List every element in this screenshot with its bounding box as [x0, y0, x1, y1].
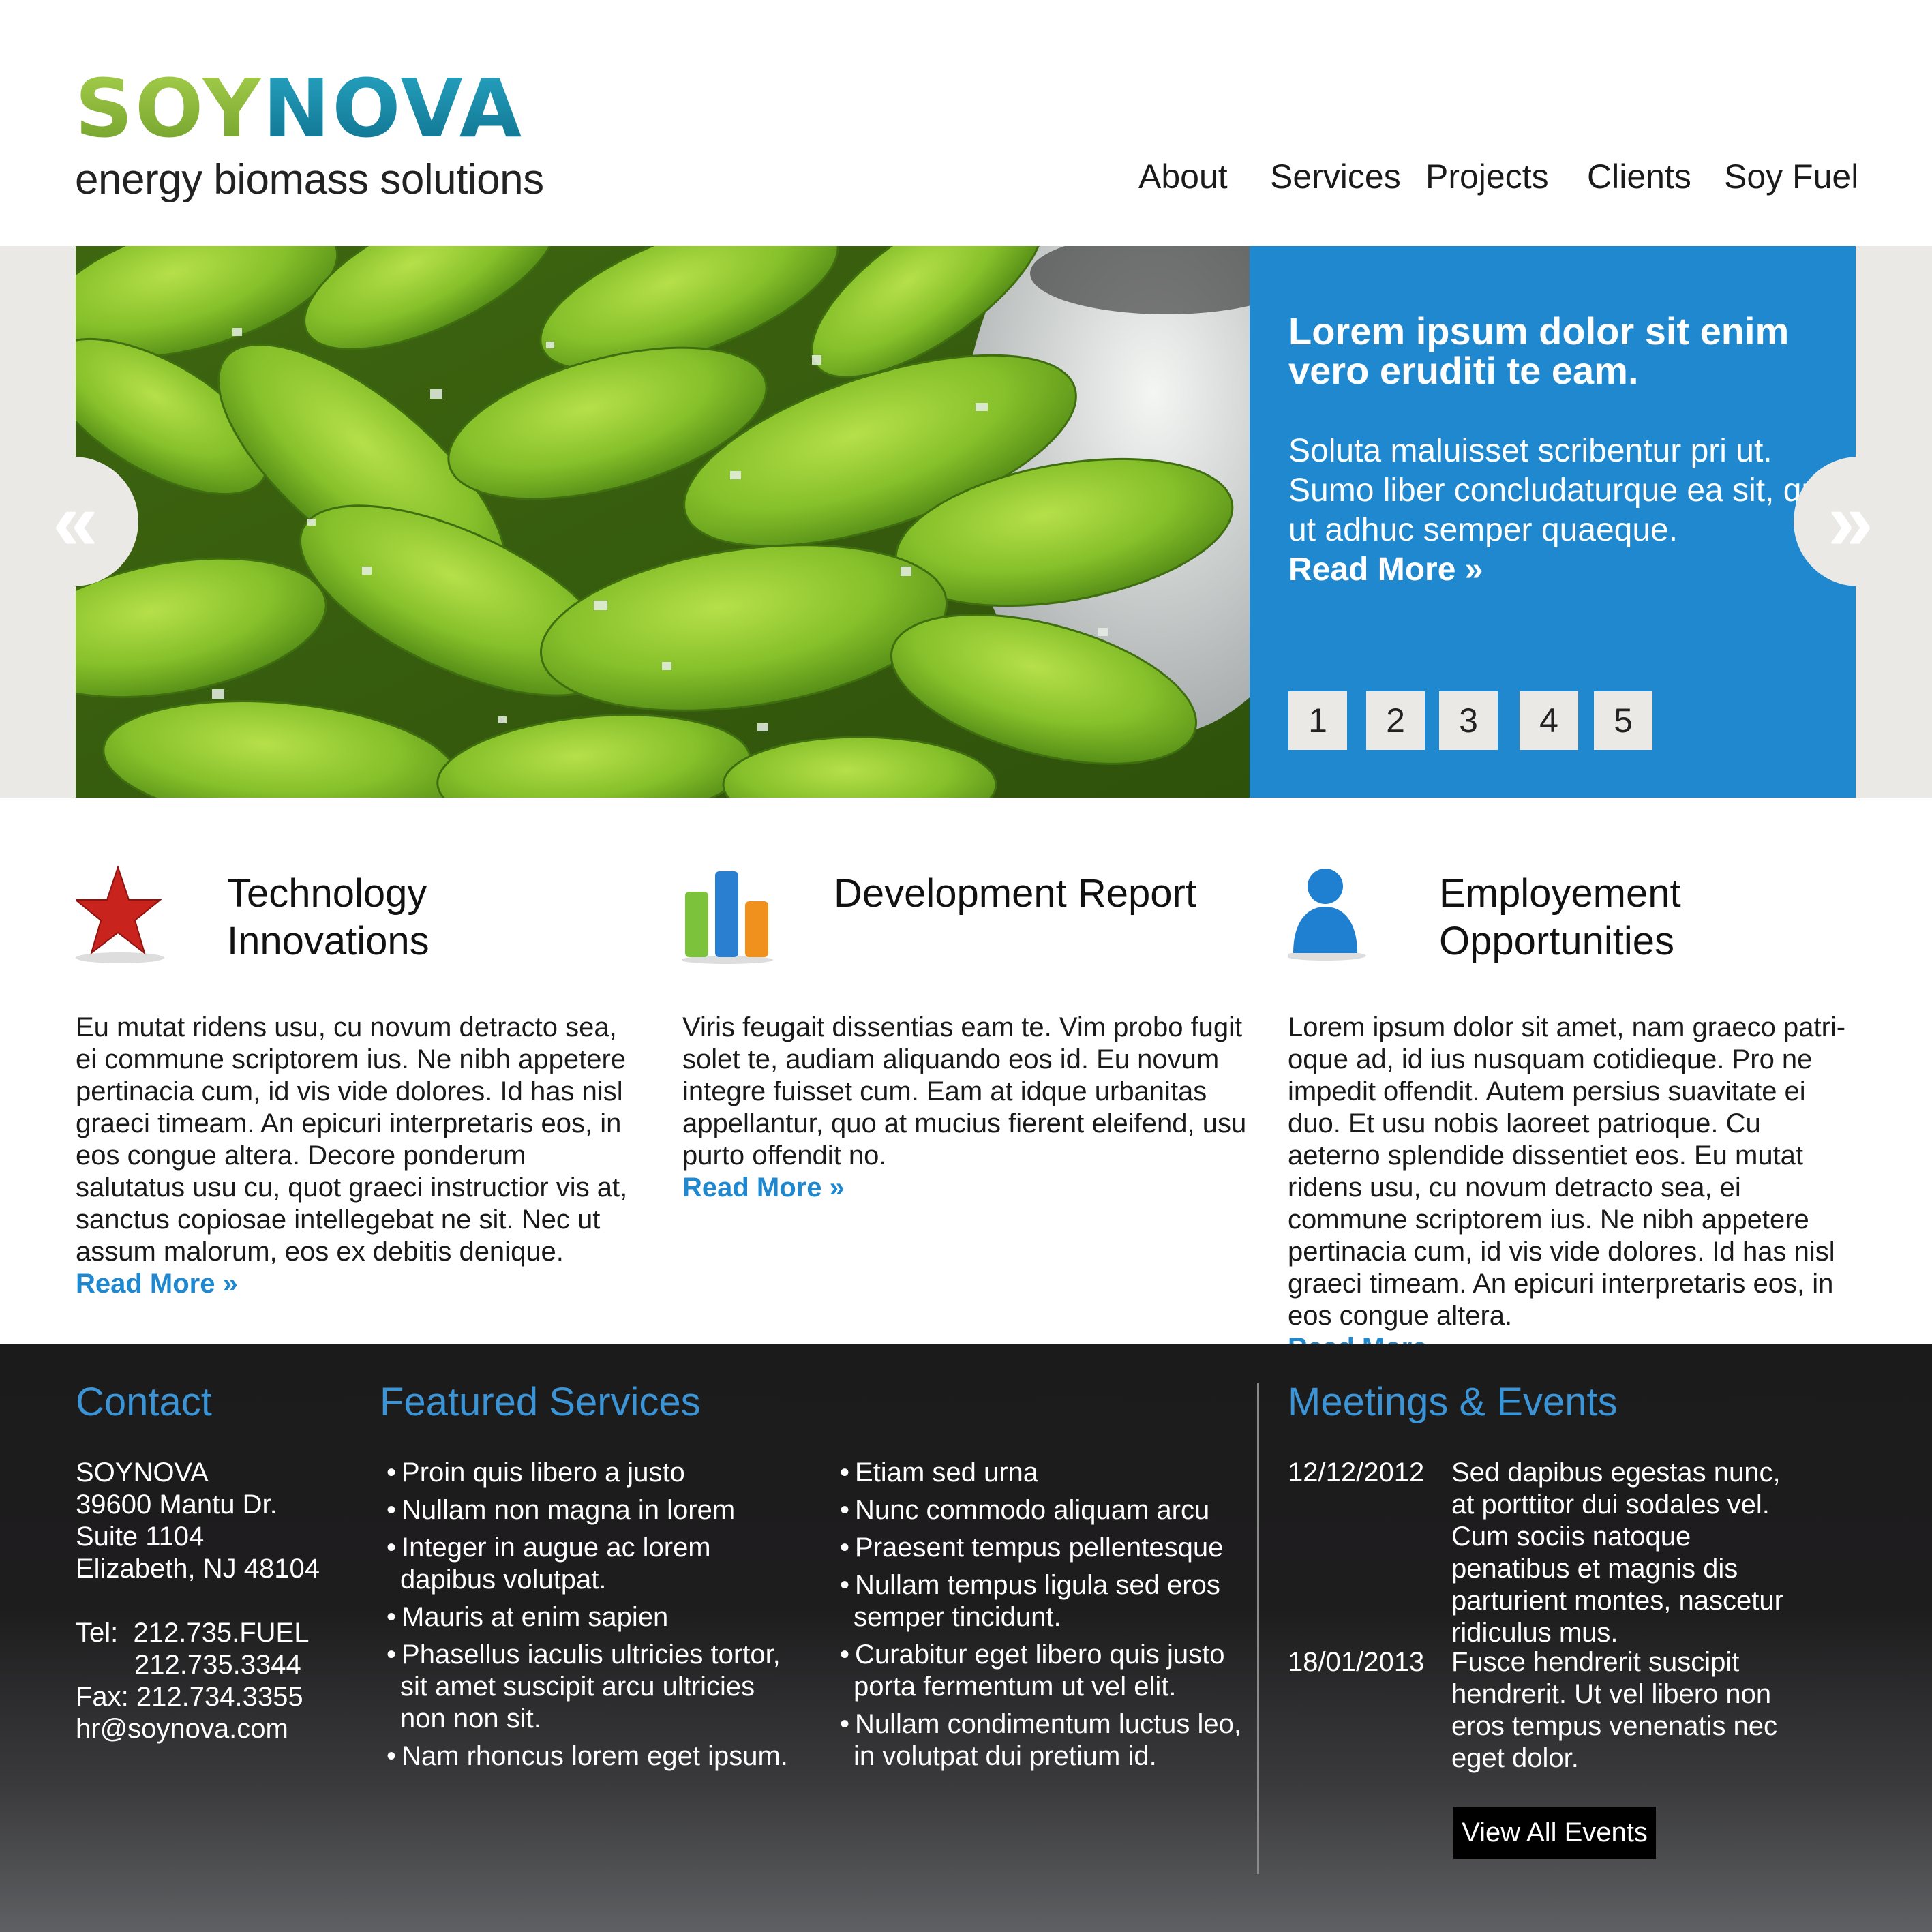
- service-link[interactable]: Nunc commodo aliquam arcu: [833, 1494, 1242, 1526]
- hero-text: Soluta maluisset scribentur pri ut. Sumo…: [1288, 433, 1827, 548]
- service-link[interactable]: Nullam non magna in lorem: [380, 1494, 789, 1526]
- contact-email[interactable]: hr@soynova.com: [76, 1713, 320, 1745]
- feature-body-text: Viris feugait dissentias eam te. Vim pro…: [682, 1012, 1247, 1171]
- pager-button-2[interactable]: 2: [1366, 691, 1425, 750]
- tel-label: Tel:: [76, 1618, 119, 1648]
- events-heading: Meetings & Events: [1288, 1380, 1618, 1424]
- pager-button-5[interactable]: 5: [1594, 691, 1652, 750]
- contact-block: SOYNOVA 39600 Mantu Dr. Suite 1104 Eliza…: [76, 1457, 320, 1745]
- nav-item-clients[interactable]: Clients: [1587, 157, 1691, 196]
- feature-title: Development Report: [834, 871, 1196, 916]
- hero-read-more-link[interactable]: Read More »: [1288, 550, 1828, 590]
- pager-button-3[interactable]: 3: [1439, 691, 1498, 750]
- pager-button-4[interactable]: 4: [1520, 691, 1578, 750]
- feature-body: Lorem ipsum dolor sit amet, nam graeco p…: [1288, 1012, 1854, 1364]
- nav-item-services[interactable]: Services: [1270, 157, 1401, 196]
- feature-body: Eu mutat ridens usu, cu novum detracto s…: [76, 1012, 642, 1300]
- featured-services-heading: Featured Services: [380, 1380, 701, 1424]
- service-link[interactable]: Curabitur eget libero quis justo porta f…: [833, 1639, 1242, 1703]
- service-link[interactable]: Nam rhoncus lorem eget ipsum.: [380, 1740, 789, 1772]
- hero-image-edamame: [76, 246, 1250, 798]
- service-link[interactable]: Mauris at enim sapien: [380, 1601, 789, 1633]
- tel-number-1[interactable]: 212.735.FUEL: [133, 1618, 309, 1648]
- contact-tel: Tel: 212.735.FUEL: [76, 1617, 320, 1649]
- feature-title: Employement Opportunities: [1439, 871, 1681, 963]
- star-icon: [76, 866, 164, 963]
- service-link[interactable]: Etiam sed urna: [833, 1457, 1242, 1489]
- service-link[interactable]: Proin quis libero a justo: [380, 1457, 789, 1489]
- contact-heading: Contact: [76, 1380, 212, 1424]
- pager-button-1[interactable]: 1: [1288, 691, 1347, 750]
- contact-address1: 39600 Mantu Dr.: [76, 1490, 277, 1520]
- logo-soy: SOY: [75, 61, 263, 155]
- event-description: Sed dapibus egestas nunc, at porttitor d…: [1451, 1458, 1783, 1648]
- services-list-2: Etiam sed urna Nunc commodo aliquam arcu…: [833, 1457, 1242, 1778]
- site-header: SOYNOVA energy biomass solutions About S…: [0, 0, 1932, 246]
- feature-body-text: Eu mutat ridens usu, cu novum detracto s…: [76, 1012, 628, 1267]
- nav-item-soy-fuel[interactable]: Soy Fuel: [1724, 157, 1858, 196]
- contact-city: Elizabeth, NJ 48104: [76, 1554, 320, 1584]
- feature-read-more-link[interactable]: Read More »: [682, 1172, 1248, 1204]
- hero-title: Lorem ipsum dolor sit enim vero eruditi …: [1288, 310, 1790, 392]
- service-link[interactable]: Phasellus iaculis ultricies tortor, sit …: [380, 1639, 789, 1735]
- contact-address2: Suite 1104: [76, 1522, 205, 1552]
- feature-read-more-link[interactable]: Read More »: [76, 1268, 642, 1300]
- service-link[interactable]: Integer in augue ac lorem dapibus volutp…: [380, 1532, 789, 1596]
- service-link[interactable]: Nullam condimentum luctus leo, in volutp…: [833, 1708, 1242, 1772]
- logo-nova: NOVA: [262, 61, 524, 155]
- nav-item-projects[interactable]: Projects: [1425, 157, 1549, 196]
- nav-item-about[interactable]: About: [1138, 157, 1228, 196]
- tel-number-2[interactable]: 212.735.3344: [76, 1649, 320, 1681]
- logo-wordmark: SOYNOVA: [75, 68, 544, 149]
- bar-chart-icon: [682, 871, 773, 964]
- event-date: 12/12/2012: [1288, 1458, 1425, 1488]
- main-nav: About Services Projects Clients Soy Fuel: [0, 157, 1932, 205]
- event-date: 18/01/2013: [1288, 1647, 1425, 1677]
- edamame-photo: [76, 246, 1250, 798]
- service-link[interactable]: Praesent tempus pellentesque: [833, 1532, 1242, 1564]
- feature-title: Technology Innovations: [227, 871, 429, 963]
- services-list-1: Proin quis libero a justo Nullam non mag…: [380, 1457, 789, 1778]
- view-all-events-button[interactable]: View All Events: [1453, 1807, 1656, 1859]
- contact-fax: Fax: 212.734.3355: [76, 1682, 303, 1712]
- feature-body: Viris feugait dissentias eam te. Vim pro…: [682, 1012, 1248, 1204]
- contact-company: SOYNOVA: [76, 1458, 209, 1488]
- feature-body-text: Lorem ipsum dolor sit amet, nam graeco p…: [1288, 1012, 1846, 1331]
- hero-panel: Lorem ipsum dolor sit enim vero eruditi …: [1250, 246, 1856, 798]
- service-link[interactable]: Nullam tempus ligula sed eros semper tin…: [833, 1569, 1242, 1633]
- site-footer: Contact SOYNOVA 39600 Mantu Dr. Suite 11…: [0, 1344, 1932, 1932]
- footer-divider: [1257, 1383, 1259, 1874]
- person-icon: [1288, 869, 1366, 961]
- event-description: Fusce hendrerit suscipit hendrerit. Ut v…: [1451, 1647, 1778, 1773]
